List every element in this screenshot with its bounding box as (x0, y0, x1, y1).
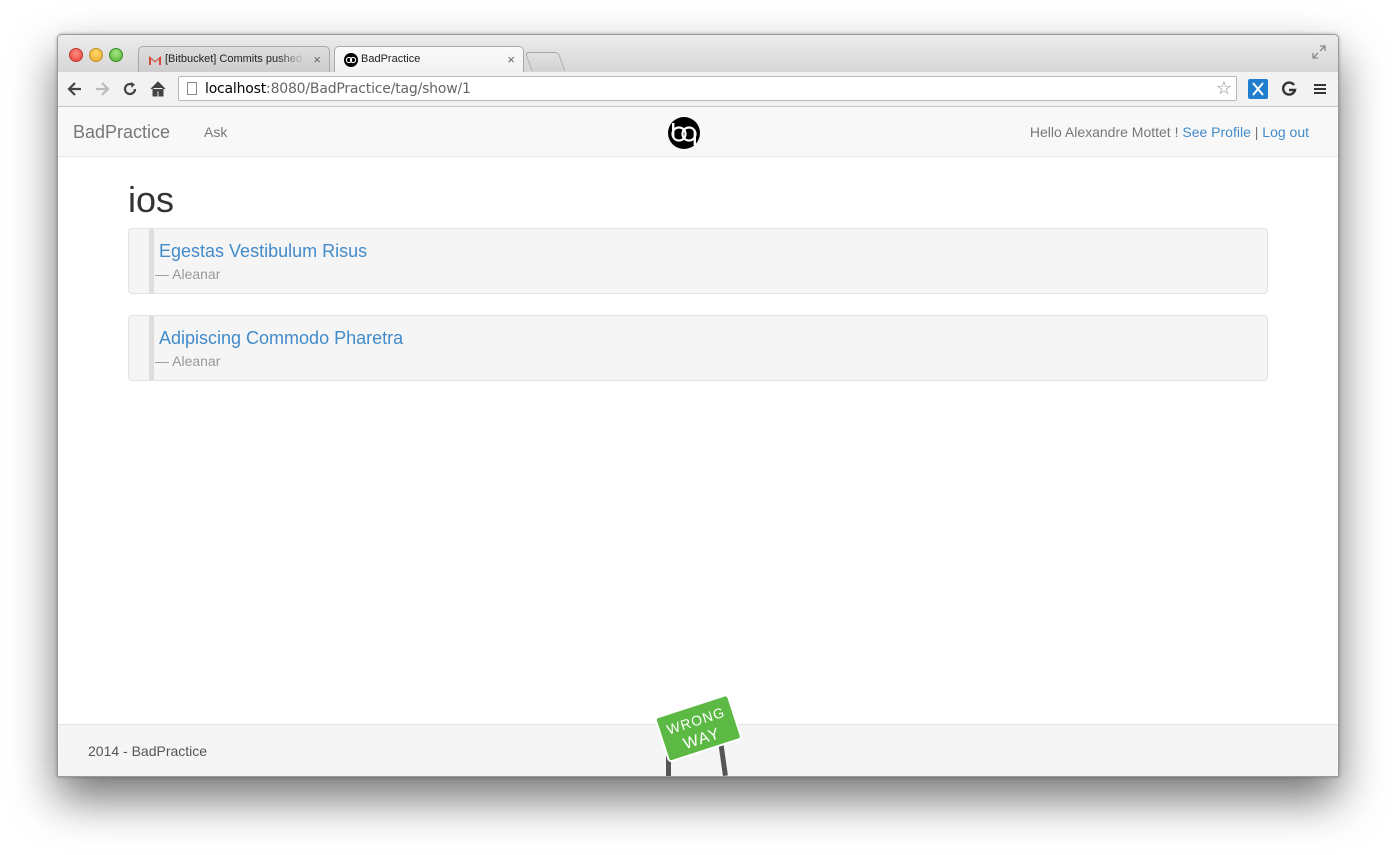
separator: | (1254, 124, 1259, 140)
minimize-window-button[interactable] (89, 48, 103, 62)
page-icon (187, 82, 197, 95)
new-tab-button[interactable] (524, 52, 566, 71)
address-bar[interactable]: localhost:8080/BadPractice/tag/show/1 ☆ (178, 76, 1237, 101)
footer-text: 2014 - BadPractice (88, 743, 208, 759)
web-page: BadPractice Ask Hello Alexandre Mottet !… (58, 107, 1338, 776)
site-navbar: BadPractice Ask Hello Alexandre Mottet !… (58, 107, 1338, 157)
forward-arrow-icon[interactable] (92, 79, 112, 99)
tab-strip: [Bitbucket] Commits pushed × BadPractice… (58, 35, 1338, 72)
question-title-link[interactable]: Egestas Vestibulum Risus (159, 241, 367, 262)
gmail-icon (149, 56, 161, 65)
brand-link[interactable]: BadPractice (73, 122, 170, 143)
user-menu: Hello Alexandre Mottet ! See Profile | L… (1030, 124, 1309, 140)
close-tab-icon[interactable]: × (313, 52, 321, 67)
fullscreen-icon[interactable] (1312, 45, 1326, 59)
url-text[interactable]: localhost:8080/BadPractice/tag/show/1 (205, 81, 471, 97)
tab-bitbucket[interactable]: [Bitbucket] Commits pushed × (138, 46, 330, 72)
see-profile-link[interactable]: See Profile (1182, 124, 1250, 140)
badpractice-logo-icon[interactable] (668, 117, 700, 149)
close-tab-icon[interactable]: × (507, 52, 515, 67)
bookmark-star-icon[interactable]: ☆ (1216, 78, 1232, 99)
badpractice-logo-icon (344, 53, 358, 67)
browser-window: [Bitbucket] Commits pushed × BadPractice… (57, 34, 1339, 777)
greeting-text: Hello Alexandre Mottet ! (1029, 124, 1179, 140)
question-author: — Aleanar (155, 266, 221, 282)
menu-icon[interactable] (1310, 79, 1330, 99)
browser-toolbar: localhost:8080/BadPractice/tag/show/1 ☆ (58, 72, 1338, 107)
logout-link[interactable]: Log out (1262, 124, 1309, 140)
extension-icon[interactable] (1248, 79, 1268, 99)
reload-icon[interactable] (120, 79, 140, 99)
question-card: Adipiscing Commodo Pharetra — Aleanar (128, 315, 1268, 381)
back-arrow-icon[interactable] (65, 79, 85, 99)
main-content: ios Egestas Vestibulum Risus — Aleanar A… (128, 179, 1268, 381)
question-card: Egestas Vestibulum Risus — Aleanar (128, 228, 1268, 294)
tab-label: [Bitbucket] Commits pushed (165, 53, 302, 65)
zoom-window-button[interactable] (109, 48, 123, 62)
question-author: — Aleanar (155, 353, 221, 369)
tab-badpractice[interactable]: BadPractice × (334, 46, 524, 72)
close-window-button[interactable] (69, 48, 83, 62)
google-extension-icon[interactable] (1279, 79, 1299, 99)
page-title: ios (128, 179, 175, 220)
ask-link[interactable]: Ask (204, 124, 227, 140)
home-icon[interactable] (148, 79, 168, 99)
wrong-way-sign-image: WRONG WAY (654, 694, 742, 776)
tab-label: BadPractice (361, 53, 421, 65)
question-title-link[interactable]: Adipiscing Commodo Pharetra (159, 328, 403, 349)
